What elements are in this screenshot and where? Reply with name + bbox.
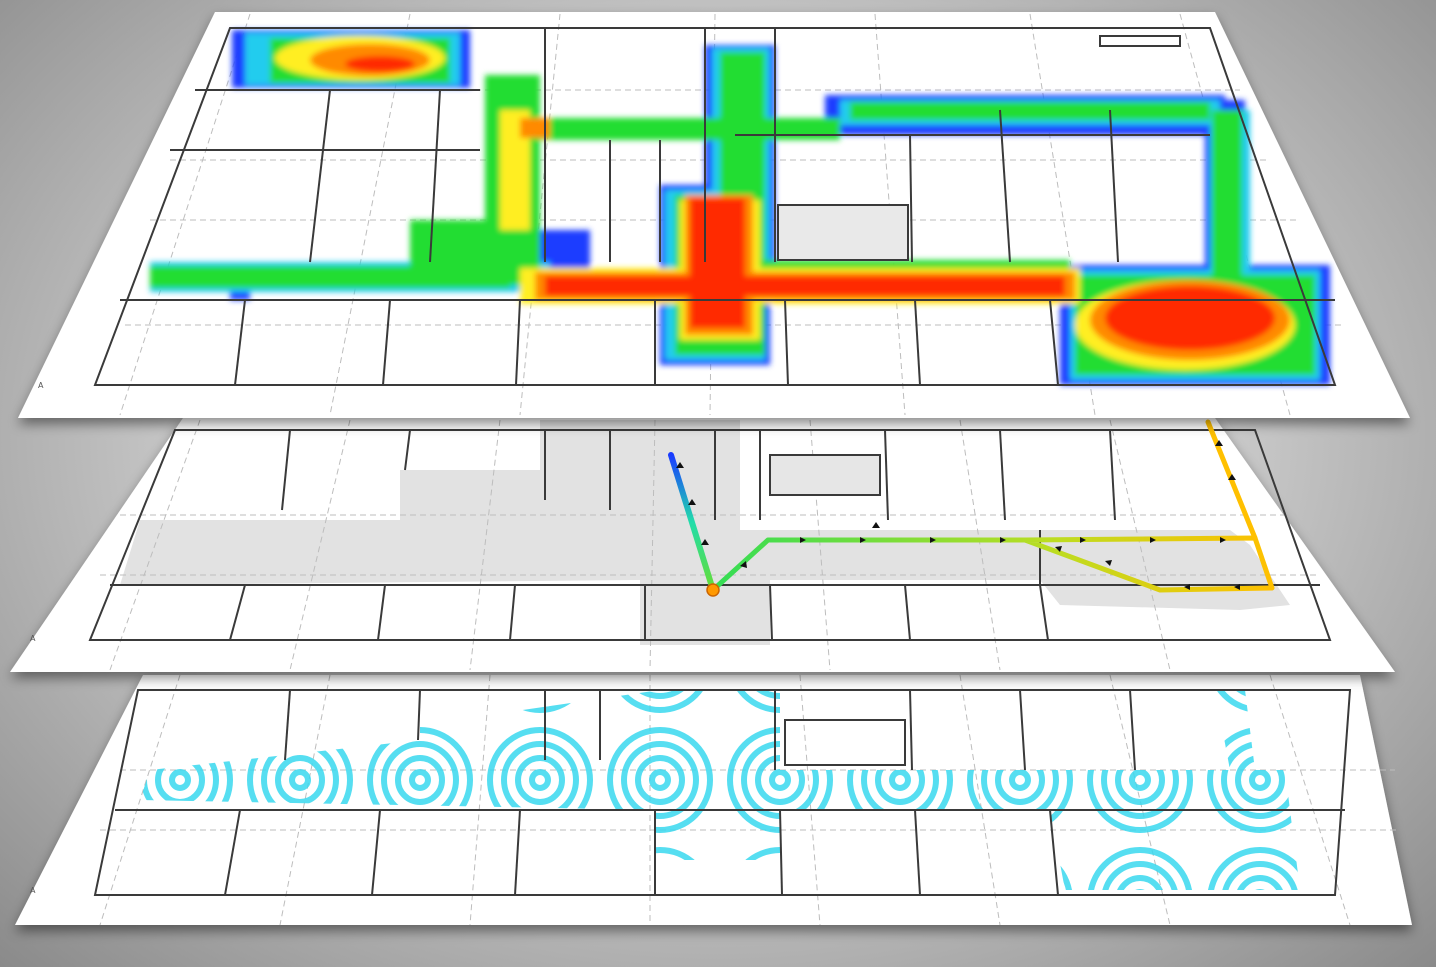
coverage-layer: A xyxy=(15,674,1412,926)
axis-mark-heatmap: A xyxy=(38,381,44,390)
floor-plan-diagram: A A A xyxy=(10,12,1412,926)
axis-mark-coverage: A xyxy=(30,886,36,895)
route-layer: A xyxy=(10,418,1395,672)
heatmap-layer: A xyxy=(18,12,1410,418)
axis-mark-route: A xyxy=(30,634,36,643)
